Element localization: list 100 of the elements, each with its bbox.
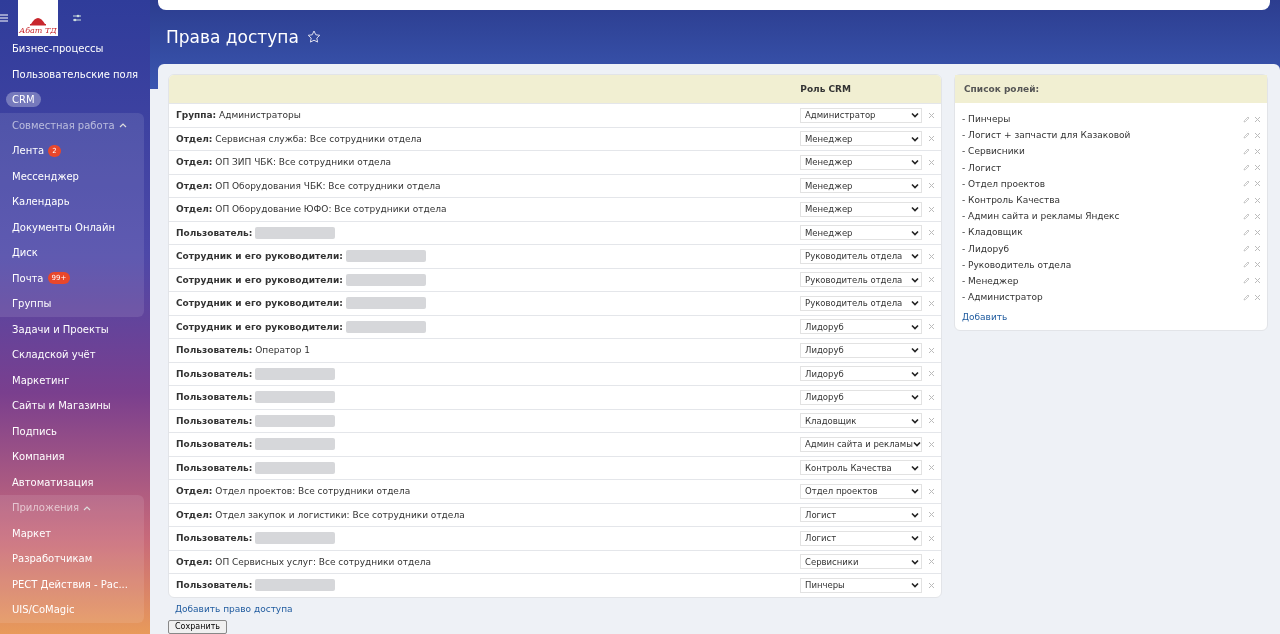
chevron-down-icon <box>911 323 919 330</box>
role-select[interactable]: Лидоруб <box>800 342 922 358</box>
close-icon[interactable] <box>1254 180 1261 188</box>
close-icon[interactable] <box>928 393 935 401</box>
chevron-down-icon <box>911 370 919 377</box>
add-role-link[interactable]: Добавить <box>962 312 1008 323</box>
settings-icon <box>72 13 82 23</box>
chevron-down-icon <box>911 558 919 565</box>
role-select[interactable]: Руководитель отдела <box>800 272 922 288</box>
row-text: Пользователь: <box>176 533 253 544</box>
row-text: Отдел: Отдел закупок и логистики: Все сотрудники отдела <box>176 509 465 520</box>
role-select[interactable]: Пинчеры <box>800 577 922 593</box>
close-icon[interactable] <box>1254 261 1261 269</box>
sidebar-item[interactable]: Подпись <box>12 425 57 437</box>
role-item: - Логист + запчасти для Казаковой <box>962 130 1132 141</box>
sidebar-item[interactable]: Автоматизация <box>12 476 94 488</box>
close-icon[interactable] <box>928 534 935 542</box>
sidebar-item[interactable]: Календарь <box>12 196 70 208</box>
close-icon[interactable] <box>1254 212 1261 220</box>
close-icon[interactable] <box>928 581 935 589</box>
row-text: Сотрудник и его руководители: <box>176 274 343 285</box>
sidebar-item[interactable]: Почта <box>12 272 44 284</box>
close-icon[interactable] <box>928 464 935 472</box>
close-icon[interactable] <box>928 205 935 213</box>
role-item: - Менеджер <box>962 275 1020 286</box>
chevron-down-icon <box>911 135 919 142</box>
sidebar-item[interactable]: Группы <box>12 298 52 310</box>
close-icon[interactable] <box>928 511 935 519</box>
close-icon[interactable] <box>928 135 935 143</box>
close-icon[interactable] <box>1254 164 1261 172</box>
close-icon[interactable] <box>928 558 935 566</box>
close-icon[interactable] <box>1254 277 1261 285</box>
chevron-down-icon <box>911 582 919 589</box>
close-icon[interactable] <box>1254 245 1261 253</box>
close-icon[interactable] <box>928 252 935 260</box>
role-select[interactable]: Отдел проектов <box>800 483 922 499</box>
role-select[interactable]: Логист <box>800 507 922 523</box>
close-icon[interactable] <box>928 440 935 448</box>
chevron-down-icon <box>911 300 919 307</box>
role-item: - Контроль Качества <box>962 195 1062 206</box>
sidebar-item[interactable]: Диск <box>12 247 38 259</box>
sidebar-item[interactable]: Пользовательские поля <box>12 68 139 80</box>
close-icon[interactable] <box>928 346 935 354</box>
row-text: Отдел: ОП Сервисных услуг: Все сотрудники отдела <box>176 556 431 567</box>
role-select[interactable]: Контроль Качества <box>800 460 922 476</box>
sidebar-item[interactable]: Бизнес-процессы <box>12 43 104 55</box>
row-text: Отдел: Сервисная служба: Все сотрудники отдела <box>176 133 422 144</box>
role-select[interactable]: Менеджер <box>800 154 922 170</box>
sidebar-item[interactable]: Лента <box>12 145 45 157</box>
add-access-link[interactable]: Добавить право доступа <box>175 603 293 614</box>
chevron-down-icon <box>911 417 919 424</box>
sidebar-item[interactable]: CRM <box>6 92 41 108</box>
role-select[interactable]: Менеджер <box>800 178 922 194</box>
role-select[interactable]: Логист <box>800 530 922 546</box>
close-icon[interactable] <box>928 323 935 331</box>
row-text: Пользователь: <box>176 439 253 450</box>
close-icon[interactable] <box>1254 196 1261 204</box>
row-text: Пользователь: <box>176 462 253 473</box>
close-icon[interactable] <box>1254 131 1261 139</box>
role-select[interactable]: Администратор <box>800 107 922 123</box>
sidebar-item[interactable]: Задачи и Проекты <box>12 323 109 335</box>
sidebar-item[interactable]: Складской учёт <box>12 349 96 361</box>
role-select[interactable]: Сервисники <box>800 554 922 570</box>
close-icon[interactable] <box>1254 147 1261 155</box>
sidebar-item[interactable]: Мессенджер <box>12 170 79 182</box>
menu-icon <box>0 14 8 22</box>
chevron-down-icon <box>911 159 919 166</box>
close-icon[interactable] <box>928 229 935 237</box>
group-title[interactable]: Совместная работа <box>12 119 115 131</box>
role-select[interactable]: Админ сайта и рекламы <box>800 436 922 452</box>
sidebar-item[interactable]: Документы Онлайн <box>12 221 115 233</box>
row-text: Пользователь: <box>176 580 253 591</box>
close-icon[interactable] <box>1254 293 1261 301</box>
role-item: - Админ сайта и рекламы Яндекс <box>962 211 1121 222</box>
logo-text: Абат ТД <box>19 26 57 36</box>
role-select[interactable]: Менеджер <box>800 131 922 147</box>
row-text: Группа: Администраторы <box>176 110 301 121</box>
save-button[interactable]: Сохранить <box>168 619 227 634</box>
chevron-down-icon <box>911 488 919 495</box>
close-icon[interactable] <box>928 487 935 495</box>
role-select[interactable]: Руководитель отдела <box>800 248 922 264</box>
close-icon[interactable] <box>928 370 935 378</box>
role-select[interactable]: Руководитель отдела <box>800 295 922 311</box>
close-icon[interactable] <box>1254 228 1261 236</box>
role-select[interactable]: Лидоруб <box>800 319 922 335</box>
close-icon[interactable] <box>928 299 935 307</box>
role-select[interactable]: Менеджер <box>800 225 922 241</box>
sidebar-item[interactable]: Сайты и Магазины <box>12 400 111 412</box>
role-select[interactable]: Лидоруб <box>800 389 922 405</box>
sidebar-item[interactable]: Компания <box>12 451 65 463</box>
close-icon[interactable] <box>1254 115 1261 123</box>
sidebar-item[interactable]: Маркетинг <box>12 374 70 386</box>
close-icon[interactable] <box>928 276 935 284</box>
role-select[interactable]: Кладовщик <box>800 413 922 429</box>
role-select[interactable]: Менеджер <box>800 201 922 217</box>
close-icon[interactable] <box>928 417 935 425</box>
close-icon[interactable] <box>928 158 935 166</box>
role-select[interactable]: Лидоруб <box>800 366 922 382</box>
close-icon[interactable] <box>928 111 935 119</box>
close-icon[interactable] <box>928 182 935 190</box>
